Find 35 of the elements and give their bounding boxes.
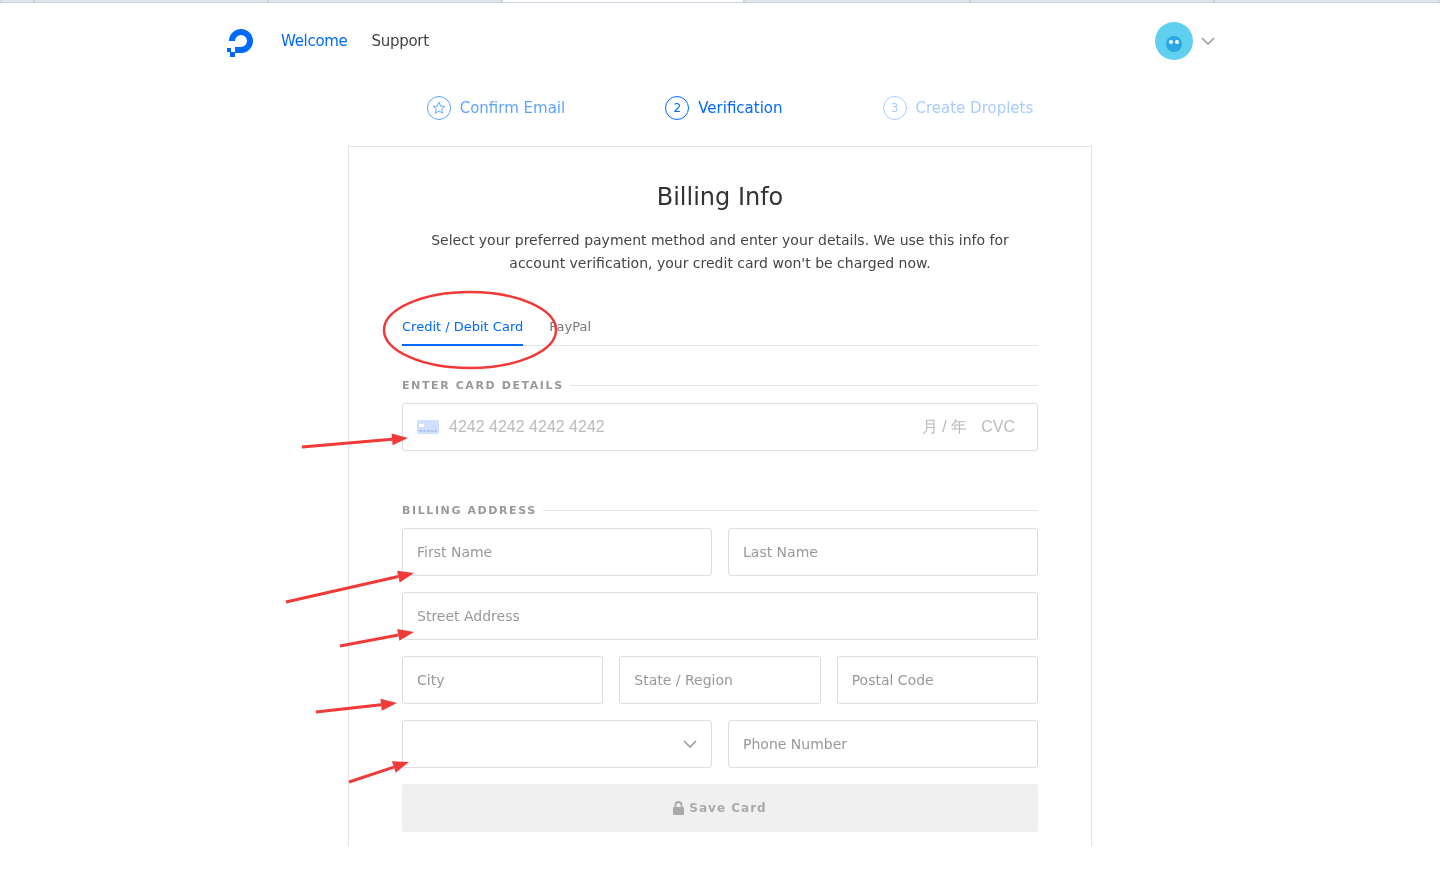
address-field[interactable]: Street Address <box>402 592 1038 640</box>
address-field[interactable]: First Name <box>402 528 712 576</box>
lock-icon <box>673 801 685 815</box>
expiry-placeholder: 月 / 年 <box>921 416 968 437</box>
address-field[interactable]: Phone Number <box>728 720 1038 768</box>
section-heading: ENTER CARD DETAILS <box>402 379 564 392</box>
card-title: Billing Info <box>655 183 785 211</box>
payment-tab[interactable]: Credit / Debit Card <box>402 311 524 346</box>
chevron-down-icon <box>683 740 697 748</box>
browser-tab[interactable] <box>268 0 502 3</box>
browser-tab[interactable] <box>34 0 268 3</box>
card-description: Select your preferred payment method and enter your details. We use this info for account verification, your credit card won't be charged now. <box>430 231 1010 273</box>
step-label: Create Droplets <box>915 99 1034 117</box>
address-field[interactable]: Postal Code <box>836 656 1038 704</box>
star-icon <box>431 101 446 115</box>
browser-tab[interactable] <box>0 0 34 3</box>
cvc-placeholder: CVC <box>981 418 1015 436</box>
step-label: Verification <box>698 99 783 117</box>
address-field[interactable]: City <box>402 656 604 704</box>
card-number-placeholder: 4242 4242 4242 4242 <box>449 418 605 436</box>
step-label: Confirm Email <box>459 99 566 117</box>
address-field[interactable]: State / Region <box>619 656 821 704</box>
annotation-arrow <box>348 761 409 784</box>
credit-card-icon <box>417 420 439 434</box>
nav-link[interactable]: Support <box>371 32 429 50</box>
browser-tab[interactable] <box>502 0 744 3</box>
section-heading: BILLING ADDRESS <box>402 504 537 517</box>
browser-tab[interactable] <box>744 0 970 3</box>
nav-link[interactable]: Welcome <box>281 32 348 50</box>
browser-tab[interactable] <box>970 0 1214 3</box>
chevron-down-icon[interactable] <box>1201 37 1215 45</box>
browser-tab[interactable] <box>1214 0 1440 3</box>
avatar-icon[interactable] <box>1155 22 1193 60</box>
address-field[interactable]: Last Name <box>728 528 1038 576</box>
country-select[interactable] <box>402 720 712 768</box>
